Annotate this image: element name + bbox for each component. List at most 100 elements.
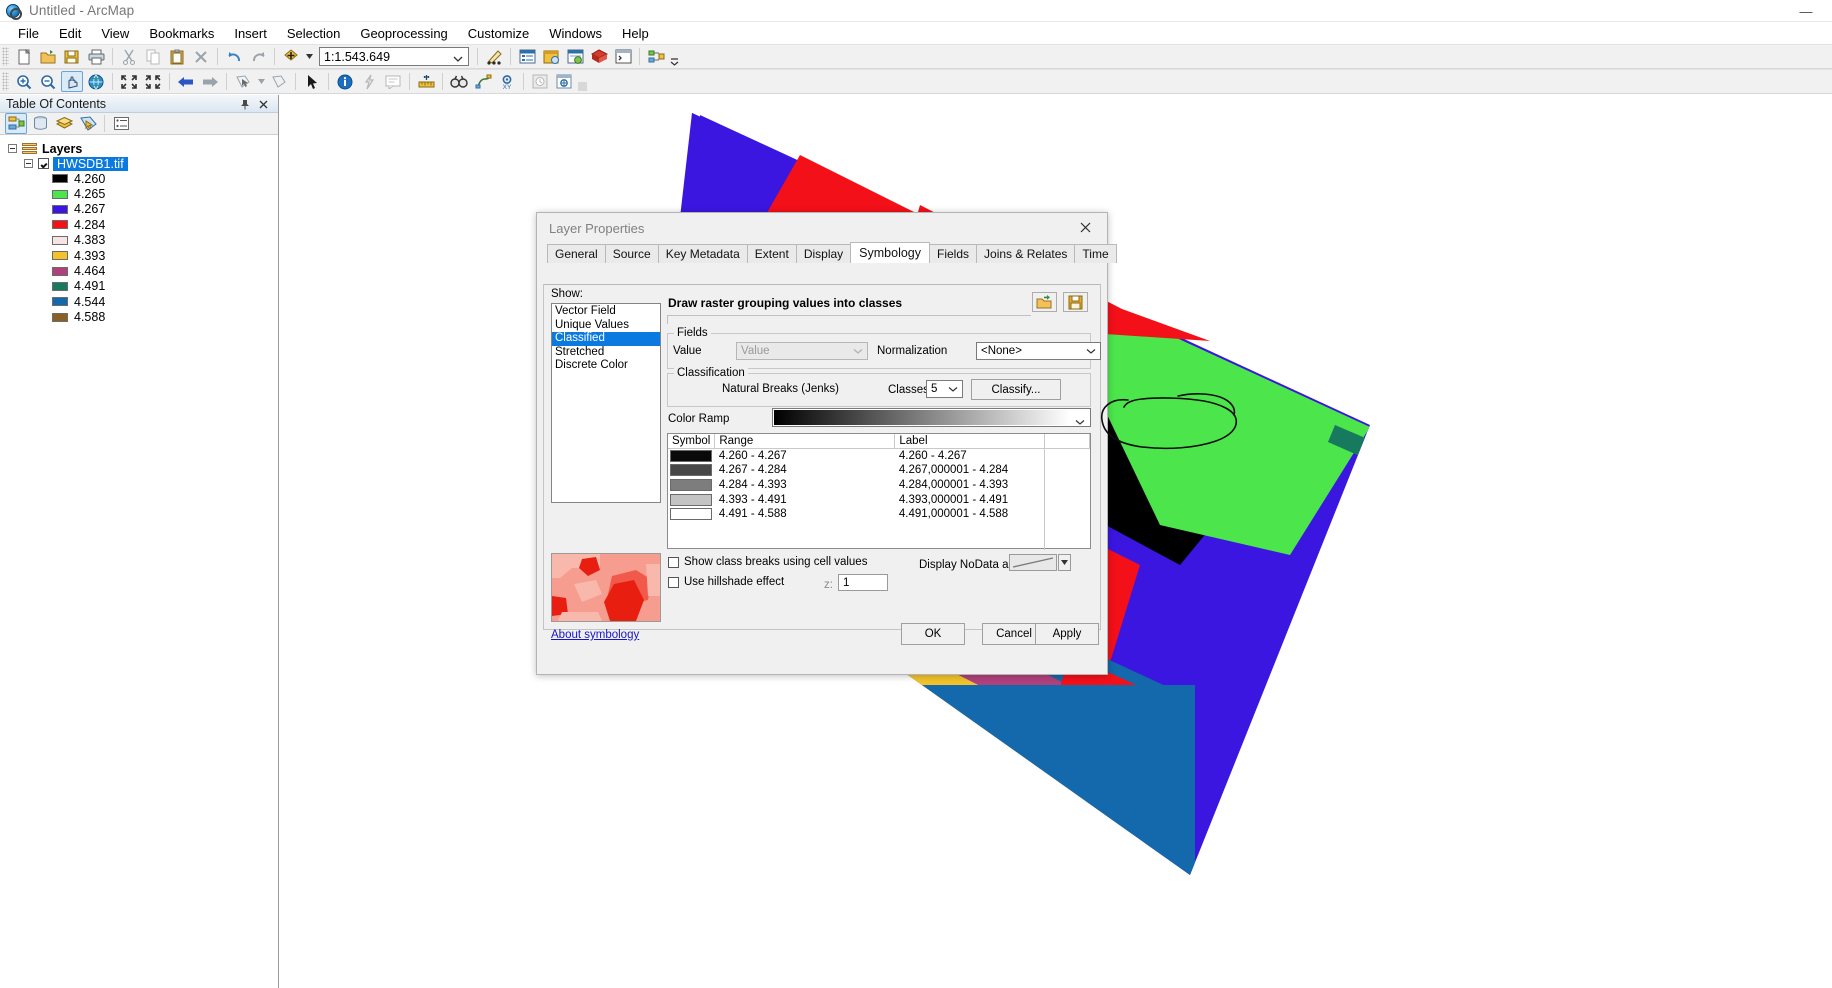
apply-button[interactable]: Apply xyxy=(1035,623,1099,645)
editor-toolbar-icon[interactable] xyxy=(483,46,505,67)
tab-time[interactable]: Time xyxy=(1074,244,1117,263)
open-folder-icon[interactable] xyxy=(37,46,59,67)
undo-icon[interactable] xyxy=(223,46,245,67)
show-class-breaks-checkbox[interactable] xyxy=(668,556,679,568)
tab-general[interactable]: General xyxy=(547,244,606,263)
table-row[interactable]: 4.491 - 4.588 4.491,000001 - 4.588 xyxy=(668,507,1090,522)
minimize-button[interactable]: — xyxy=(1790,0,1822,22)
list-by-visibility-icon[interactable] xyxy=(53,113,75,134)
z-factor-input[interactable]: 1 xyxy=(838,574,888,591)
model-builder-icon[interactable] xyxy=(645,46,667,67)
find-icon[interactable] xyxy=(448,71,470,92)
zoom-out-icon[interactable] xyxy=(37,71,59,92)
tab-symbology[interactable]: Symbology xyxy=(850,242,931,263)
column-header-label[interactable]: Label xyxy=(894,434,1046,449)
column-header-extra[interactable] xyxy=(1044,434,1090,449)
back-extent-icon[interactable] xyxy=(175,71,197,92)
color-ramp-select[interactable] xyxy=(772,408,1091,427)
tab-key-metadata[interactable]: Key Metadata xyxy=(657,244,748,263)
create-viewer-window-icon[interactable] xyxy=(553,71,575,92)
tab-source[interactable]: Source xyxy=(604,244,659,263)
save-symbology-icon[interactable] xyxy=(1063,292,1088,312)
nodata-symbol-swatch[interactable] xyxy=(1009,554,1057,571)
map-scale-combobox[interactable]: 1:1.543.649 xyxy=(319,47,469,66)
tab-extent[interactable]: Extent xyxy=(746,244,797,263)
layer-visibility-checkbox[interactable] xyxy=(38,158,49,169)
add-data-icon[interactable] xyxy=(280,46,302,67)
row-symbol[interactable] xyxy=(668,449,715,464)
menu-item-edit[interactable]: Edit xyxy=(49,24,91,43)
column-header-range[interactable]: Range xyxy=(714,434,896,449)
zoom-in-icon[interactable] xyxy=(13,71,35,92)
row-symbol[interactable] xyxy=(668,492,715,507)
table-row[interactable]: 4.393 - 4.491 4.393,000001 - 4.491 xyxy=(668,492,1090,507)
row-symbol[interactable] xyxy=(668,507,715,522)
table-row[interactable]: 4.284 - 4.393 4.284,000001 - 4.393 xyxy=(668,478,1090,493)
select-features-icon[interactable] xyxy=(232,71,254,92)
show-listbox[interactable]: Vector Field Unique Values Classified St… xyxy=(551,303,661,503)
pan-icon[interactable] xyxy=(61,71,83,92)
tab-joins-relates[interactable]: Joins & Relates xyxy=(976,244,1076,263)
row-symbol[interactable] xyxy=(668,463,715,478)
close-icon[interactable] xyxy=(1063,213,1107,241)
value-field-select[interactable]: Value xyxy=(736,342,868,360)
paste-icon[interactable] xyxy=(166,46,188,67)
collapse-icon[interactable] xyxy=(8,144,17,153)
clear-selection-icon[interactable] xyxy=(268,71,290,92)
use-hillshade-checkbox[interactable] xyxy=(668,576,679,588)
show-class-breaks-row[interactable]: Show class breaks using cell values xyxy=(668,556,867,568)
full-extent-icon[interactable] xyxy=(85,71,107,92)
tab-display[interactable]: Display xyxy=(795,244,852,263)
fixed-zoom-out-icon[interactable] xyxy=(142,71,164,92)
search-window-icon[interactable] xyxy=(564,46,586,67)
ok-button[interactable]: OK xyxy=(901,623,965,645)
menu-item-windows[interactable]: Windows xyxy=(539,24,612,43)
about-symbology-link[interactable]: About symbology xyxy=(551,629,639,641)
add-data-dropdown-icon[interactable] xyxy=(304,46,314,67)
toolbar-overflow-button[interactable] xyxy=(578,72,587,91)
toolbar-grip[interactable] xyxy=(2,47,9,66)
menu-item-view[interactable]: View xyxy=(91,24,139,43)
find-route-icon[interactable] xyxy=(472,71,494,92)
normalization-select[interactable]: <None> xyxy=(976,342,1101,360)
menu-item-geoprocessing[interactable]: Geoprocessing xyxy=(350,24,457,43)
time-slider-icon[interactable] xyxy=(529,71,551,92)
copy-icon[interactable] xyxy=(142,46,164,67)
close-icon[interactable] xyxy=(256,97,270,111)
menu-item-customize[interactable]: Customize xyxy=(458,24,539,43)
list-by-selection-icon[interactable] xyxy=(77,113,99,134)
collapse-icon[interactable] xyxy=(24,159,33,168)
nodata-dropdown-button[interactable] xyxy=(1058,554,1071,571)
html-popup-icon[interactable] xyxy=(382,71,404,92)
menu-item-help[interactable]: Help xyxy=(612,24,659,43)
save-icon[interactable] xyxy=(61,46,83,67)
pin-icon[interactable] xyxy=(238,97,252,111)
table-row[interactable]: 4.267 - 4.284 4.267,000001 - 4.284 xyxy=(668,463,1090,478)
print-icon[interactable] xyxy=(85,46,107,67)
classes-count-select[interactable]: 5 xyxy=(926,380,963,398)
hyperlink-icon[interactable] xyxy=(358,71,380,92)
menu-item-selection[interactable]: Selection xyxy=(277,24,350,43)
show-item-stretched[interactable]: Stretched xyxy=(552,346,660,360)
new-document-icon[interactable] xyxy=(13,46,35,67)
show-item-discrete-color[interactable]: Discrete Color xyxy=(552,359,660,373)
column-header-symbol[interactable]: Symbol xyxy=(668,434,716,449)
show-item-vector-field[interactable]: Vector Field xyxy=(552,305,660,319)
show-item-unique-values[interactable]: Unique Values xyxy=(552,319,660,333)
menu-item-insert[interactable]: Insert xyxy=(224,24,277,43)
classify-button[interactable]: Classify... xyxy=(971,379,1061,400)
go-to-xy-icon[interactable]: XY xyxy=(496,71,518,92)
table-row[interactable]: 4.260 - 4.267 4.260 - 4.267 xyxy=(668,449,1090,464)
menu-item-file[interactable]: File xyxy=(8,24,49,43)
fixed-zoom-in-icon[interactable] xyxy=(118,71,140,92)
row-symbol[interactable] xyxy=(668,478,715,493)
toc-layer-hwsdb1[interactable]: HWSDB1.tif xyxy=(0,156,278,171)
identify-icon[interactable] xyxy=(334,71,356,92)
import-symbology-icon[interactable] xyxy=(1032,292,1057,312)
select-elements-icon[interactable] xyxy=(301,71,323,92)
menu-item-bookmarks[interactable]: Bookmarks xyxy=(139,24,224,43)
delete-icon[interactable] xyxy=(190,46,212,67)
toolbar-grip[interactable] xyxy=(2,72,9,91)
list-by-drawing-order-icon[interactable] xyxy=(5,113,27,134)
forward-extent-icon[interactable] xyxy=(199,71,221,92)
